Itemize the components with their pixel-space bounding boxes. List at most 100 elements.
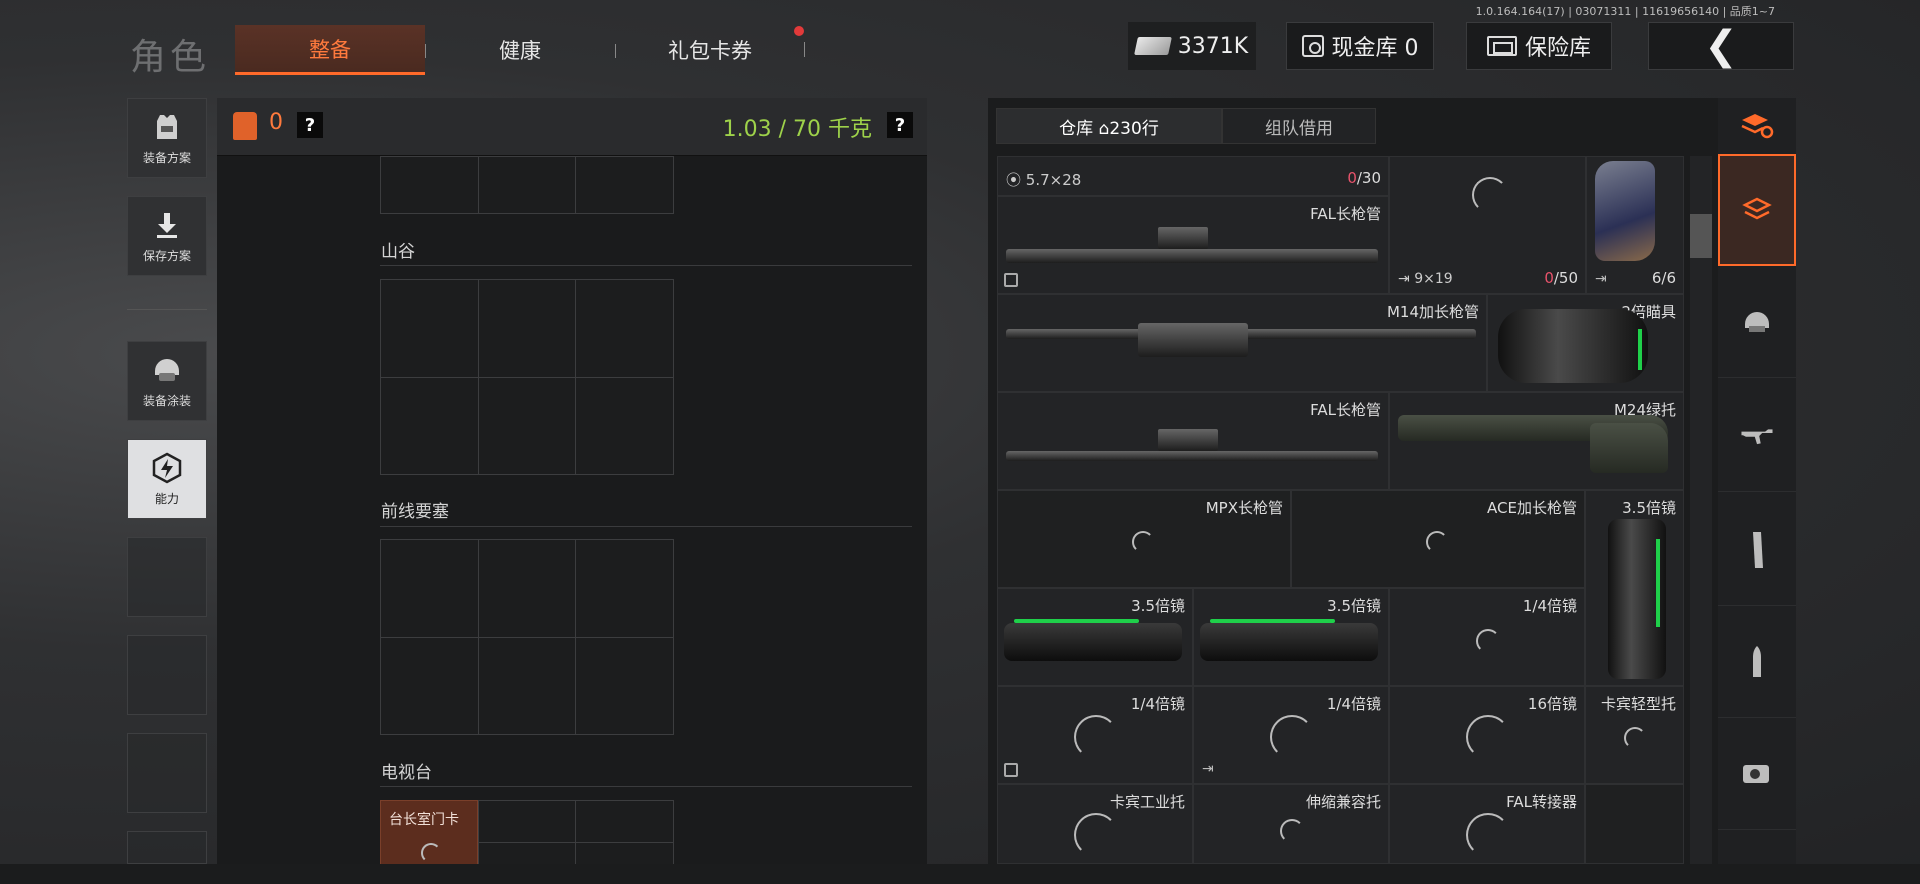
tab-warehouse[interactable]: 仓库 ⌂230行 <box>996 108 1222 144</box>
currency-display: 3371K <box>1128 22 1256 70</box>
loading-spinner <box>1624 727 1646 749</box>
revolver-count: 6/6 <box>1651 269 1676 287</box>
scope-image <box>1004 619 1182 661</box>
loading-spinner <box>1466 813 1510 857</box>
cash-vault-button[interactable]: 现金库 0 <box>1286 22 1434 70</box>
barrel-image <box>1006 249 1378 263</box>
layers-refresh-icon <box>1740 109 1774 143</box>
category-rifle[interactable] <box>1718 380 1796 492</box>
scrollbar-track[interactable] <box>1690 156 1712 866</box>
item-name: 3.5倍镜 <box>1327 597 1381 615</box>
sort-button[interactable] <box>1718 98 1796 154</box>
scope-image <box>1608 519 1666 679</box>
ammo-item-57x28[interactable]: ⦿ 5.7×28 0/30 <box>997 156 1389 196</box>
item-35x-scope-b[interactable]: 3.5倍镜 <box>1193 588 1389 686</box>
category-rail <box>1718 98 1796 884</box>
section-label-tv-station: 电视台 <box>381 763 432 783</box>
barrel-image <box>1138 323 1248 357</box>
loadout-header: 0 ? 1.03 / 70 千克 ? <box>217 98 927 156</box>
category-all[interactable] <box>1718 154 1796 266</box>
item-m24-stock[interactable]: M24绿托 <box>1389 392 1684 490</box>
section-divider <box>380 265 912 266</box>
item-quarter-scope-b[interactable]: 1/4倍镜 <box>997 686 1193 784</box>
item-mpx-barrel[interactable]: MPX长枪管 <box>997 490 1291 588</box>
vest-icon <box>233 112 257 140</box>
cash-icon <box>1133 37 1172 55</box>
item-fal-barrel-2[interactable]: FAL长枪管 <box>997 392 1389 490</box>
scope-image <box>1200 619 1378 661</box>
scope-image <box>1498 309 1648 383</box>
move-icon: ⇥ <box>1595 271 1607 287</box>
item-revolver[interactable]: ⇥ 6/6 <box>1586 156 1684 294</box>
item-name: 3.5倍镜 <box>1622 499 1676 517</box>
item-2x-scope[interactable]: 2倍瞄具 <box>1487 294 1684 392</box>
sidebar-divider <box>127 309 207 310</box>
item-name: M14加长枪管 <box>1386 303 1479 321</box>
page-title: 角色 <box>130 37 211 78</box>
item-carbine-light-stock[interactable]: 卡宾轻型托 <box>1585 686 1684 784</box>
category-helmet[interactable] <box>1718 266 1796 378</box>
back-arrow-icon: ❮ <box>1704 23 1738 69</box>
item-carbine-industrial-stock[interactable]: 卡宾工业托 <box>997 784 1193 864</box>
loading-spinner <box>421 843 441 863</box>
vest-count: 0 <box>269 110 283 135</box>
bottom-bar <box>0 864 1920 884</box>
currency-amount: 3371K <box>1177 33 1249 59</box>
barrel-image <box>1006 451 1378 461</box>
item-name: 卡宾工业托 <box>1109 793 1185 811</box>
container-grid-frontline[interactable] <box>380 539 674 735</box>
sidebar-empty-slot <box>127 635 207 715</box>
item-m14-barrel[interactable]: M14加长枪管 <box>997 294 1487 392</box>
tab-team-borrow[interactable]: 组队借用 <box>1222 108 1376 144</box>
item-name: 1/4倍镜 <box>1326 695 1381 713</box>
sidebar-item-loadout-plan[interactable]: 装备方案 <box>127 98 207 178</box>
weight-help-button[interactable]: ? <box>887 112 913 138</box>
back-button[interactable]: ❮ <box>1648 22 1794 70</box>
ammo-caliber: ⇥ 9×19 <box>1398 271 1453 287</box>
stock-image <box>1590 423 1668 473</box>
sidebar-empty-slot <box>127 537 207 617</box>
item-35x-scope-tall[interactable]: 3.5倍镜 <box>1585 490 1684 686</box>
tab-gift-cards[interactable]: 礼包卡券 <box>615 25 805 75</box>
warehouse-tabs: 仓库 ⌂230行 组队借用 <box>996 108 1376 144</box>
container-grid[interactable] <box>380 156 674 214</box>
sidebar-item-equipment-skin[interactable]: 装备涂装 <box>127 341 207 421</box>
sidebar-item-save-plan[interactable]: 保存方案 <box>127 196 207 276</box>
item-ace-barrel[interactable]: ACE加长枪管 <box>1291 490 1585 588</box>
item-fal-barrel-1[interactable]: FAL长枪管 <box>997 196 1389 294</box>
box-icon <box>1004 763 1018 777</box>
sidebar-item-label: 装备涂装 <box>142 393 191 408</box>
sidebar-item-ability[interactable]: 能力 <box>127 439 207 519</box>
tab-health[interactable]: 健康 <box>425 25 615 75</box>
sidebar-item-label: 保存方案 <box>142 248 191 263</box>
rifle-icon <box>1740 419 1774 453</box>
item-name: ACE加长枪管 <box>1487 499 1577 517</box>
helmet-icon <box>151 354 183 386</box>
notification-dot <box>794 26 804 36</box>
item-35x-scope-a[interactable]: 3.5倍镜 <box>997 588 1193 686</box>
item-quarter-scope-c[interactable]: 1/4倍镜 ⇥ <box>1193 686 1389 784</box>
category-ammo[interactable] <box>1718 606 1796 718</box>
item-telescopic-stock[interactable]: 伸缩兼容托 <box>1193 784 1389 864</box>
safe-label: 保险库 <box>1524 36 1591 61</box>
item-16x-scope[interactable]: 16倍镜 <box>1389 686 1585 784</box>
ammo-count: 0/30 <box>1347 169 1381 187</box>
section-label-frontline: 前线要塞 <box>381 502 449 522</box>
top-bar: 角色 整备 健康 礼包卡券 3371K 现金库 0 保险库 ❮ <box>0 0 1920 80</box>
ammo-item-9x19[interactable]: ⇥ 9×19 0/50 <box>1389 156 1586 294</box>
category-magazine[interactable] <box>1718 494 1796 606</box>
help-button[interactable]: ? <box>297 112 323 138</box>
safe-button[interactable]: 保险库 <box>1466 22 1612 70</box>
container-grid-valley[interactable] <box>380 279 674 475</box>
loading-spinner <box>1074 813 1118 857</box>
category-optics[interactable] <box>1718 718 1796 830</box>
section-divider <box>380 786 912 787</box>
tab-equipment[interactable]: 整备 <box>235 25 425 75</box>
magazine-icon <box>1740 531 1774 568</box>
item-name: 卡宾轻型托 <box>1600 695 1676 713</box>
item-quarter-scope-a[interactable]: 1/4倍镜 <box>1389 588 1585 686</box>
item-fal-adapter[interactable]: FAL转接器 <box>1389 784 1585 864</box>
scrollbar-thumb[interactable] <box>1690 214 1712 258</box>
loading-spinner <box>1476 629 1500 653</box>
loading-spinner <box>1132 531 1154 553</box>
